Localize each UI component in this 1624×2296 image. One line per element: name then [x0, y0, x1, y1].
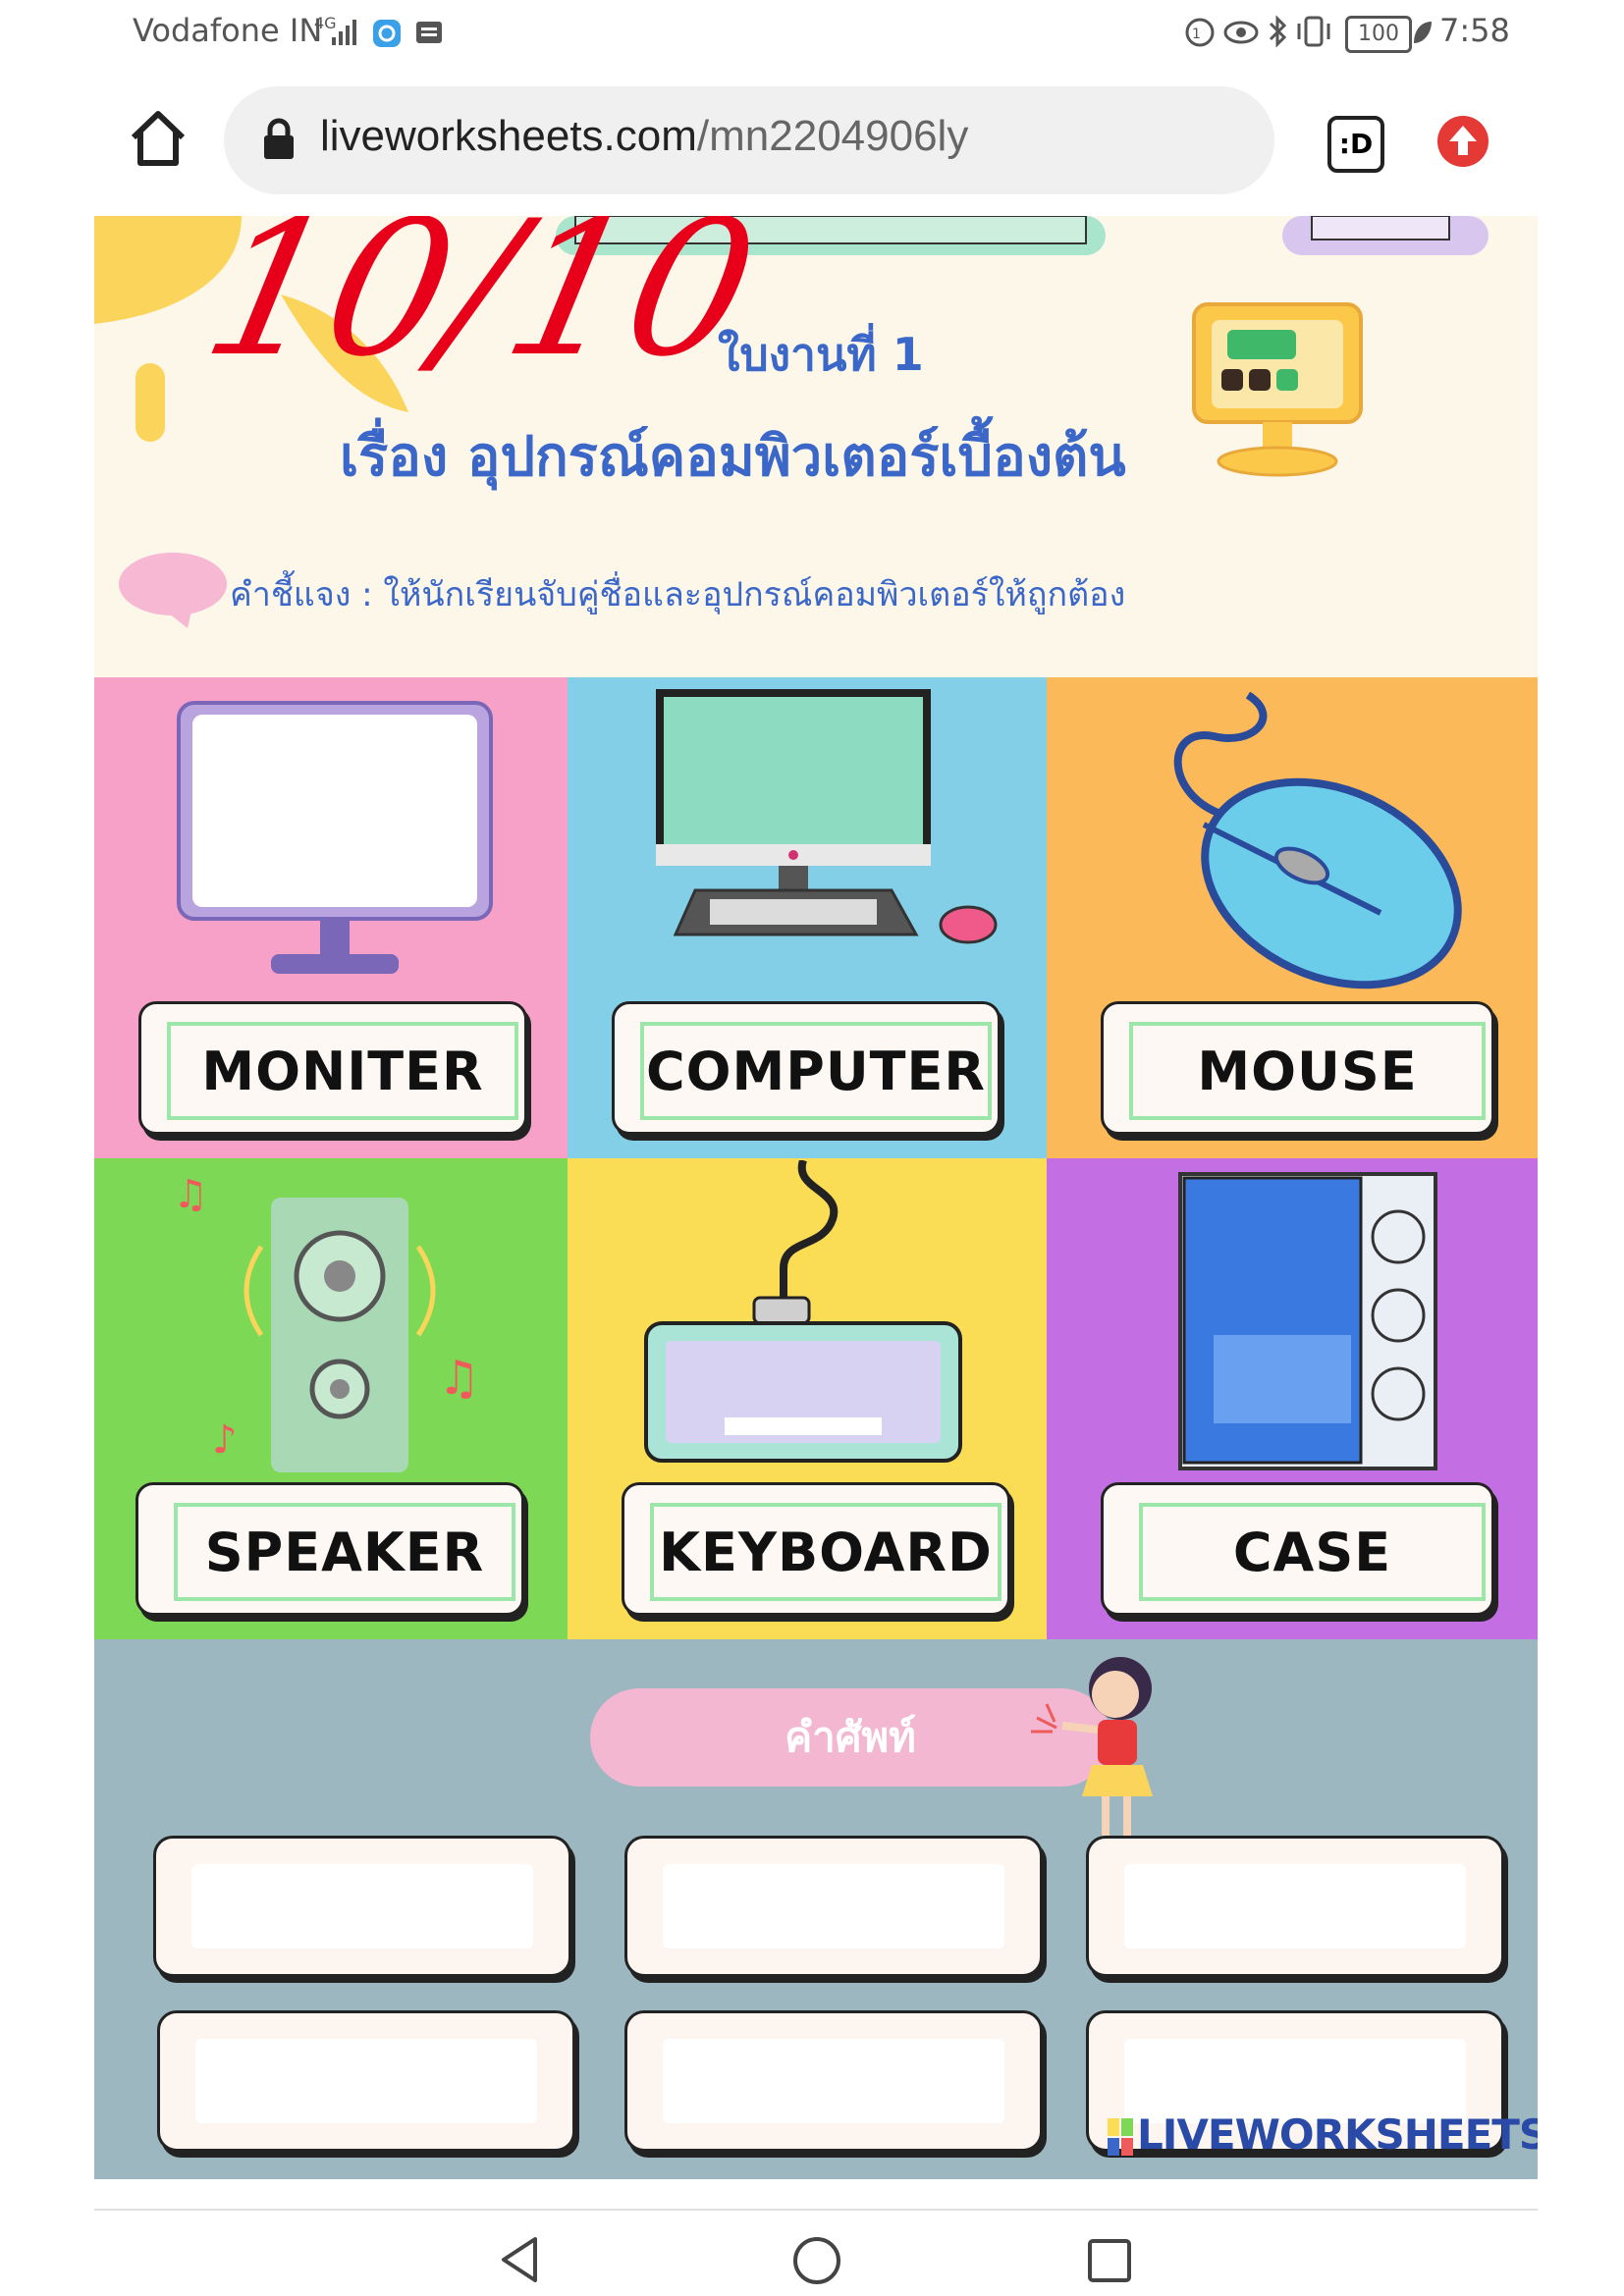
instruction-text: คำชี้แจง : ให้นักเรียนจับคู่ชื่อและอุปกร…	[230, 575, 1126, 614]
score-mark: 10/10	[189, 216, 774, 398]
svg-text:♪: ♪	[212, 1417, 238, 1463]
tile-moniter: MONITER	[94, 677, 568, 1158]
tile-mouse: MOUSE	[1047, 677, 1538, 1158]
computer-illustration	[1192, 302, 1363, 477]
answer-box-5[interactable]	[624, 2010, 1043, 2152]
svg-text:♫: ♫	[173, 1172, 208, 1217]
girl-illustration	[1031, 1657, 1153, 1836]
battery-level: 100	[1358, 22, 1399, 46]
tile-keyboard: KEYBOARD	[568, 1158, 1047, 1639]
computer-label-text: COMPUTER	[640, 1022, 992, 1120]
case-label-text: CASE	[1139, 1503, 1486, 1601]
update-icon[interactable]	[1435, 114, 1490, 169]
home-nav-icon[interactable]	[790, 2234, 843, 2287]
liveworksheets-logo-icon	[1108, 2118, 1133, 2156]
message-icon	[416, 22, 442, 43]
keyboard-picture	[644, 1160, 962, 1463]
case-picture	[1178, 1172, 1437, 1470]
answer-box-3[interactable]	[1086, 1836, 1504, 1977]
case-label: CASE	[1101, 1482, 1494, 1616]
tile-speaker: ♫ ♫ ♪ SPEAKER	[94, 1158, 568, 1639]
signal-icon	[332, 20, 356, 45]
moniter-label: MONITER	[138, 1001, 527, 1135]
mouse-label: MOUSE	[1101, 1001, 1494, 1135]
answer-box-2[interactable]	[624, 1836, 1043, 1977]
answer-box-1[interactable]	[153, 1836, 571, 1977]
answer-box-4[interactable]	[157, 2010, 575, 2152]
speaker-label: SPEAKER	[135, 1482, 524, 1616]
url-host: liveworksheets.com	[320, 112, 697, 160]
nav-divider	[94, 2209, 1538, 2211]
home-icon[interactable]	[128, 108, 189, 169]
keyboard-label-text: KEYBOARD	[650, 1503, 1001, 1601]
charging-leaf-icon	[1414, 22, 1432, 43]
clock: 7:58	[1439, 12, 1510, 49]
sheet-number: ใบงานที่ 1	[718, 328, 924, 381]
url-path: /mn2204906ly	[696, 112, 969, 160]
mouse-picture	[1173, 691, 1462, 989]
eye-comfort-icon	[1223, 21, 1259, 44]
computer-picture	[656, 689, 998, 944]
worksheet-title: เรื่อง อุปกรณ์คอมพิวเตอร์เบื้องต้น	[340, 425, 1126, 489]
tab-count: :D	[1338, 128, 1374, 160]
battery-icon: 100	[1345, 16, 1412, 53]
app-notification-icon	[373, 20, 401, 47]
mouse-label-text: MOUSE	[1129, 1022, 1486, 1120]
vocab-area: คำศัพท์ LIVEWORKSHEETS	[94, 1639, 1538, 2179]
computer-label: COMPUTER	[612, 1001, 1001, 1135]
bluetooth-icon	[1269, 15, 1287, 48]
url-text[interactable]: liveworksheets.com/mn2204906ly	[320, 112, 968, 161]
speaker-picture: ♫ ♫ ♪	[173, 1172, 480, 1472]
vibrate-icon	[1297, 16, 1330, 47]
svg-text:♫: ♫	[438, 1351, 480, 1406]
tile-case: CASE	[1047, 1158, 1538, 1639]
moniter-label-text: MONITER	[167, 1022, 518, 1120]
lock-icon	[264, 118, 294, 159]
svg-text:1: 1	[1192, 27, 1201, 42]
tile-computer: COMPUTER	[568, 677, 1047, 1158]
recents-icon[interactable]	[1085, 2236, 1134, 2285]
carrier-name: Vodafone IN	[133, 12, 323, 49]
worksheet: ใบงานที่ 1 เรื่อง อุปกรณ์คอมพิวเตอร์เบื้…	[94, 216, 1538, 2179]
back-icon[interactable]	[496, 2233, 545, 2286]
url-bar[interactable]: liveworksheets.com/mn2204906ly	[224, 86, 1274, 194]
liveworksheets-brand[interactable]: LIVEWORKSHEETS	[1137, 2110, 1538, 2159]
monitor-picture	[177, 701, 493, 974]
keyboard-label: KEYBOARD	[622, 1482, 1010, 1616]
status-bar: Vodafone IN 4G 1 100 7:58	[0, 0, 1624, 69]
tab-switcher-button[interactable]: :D	[1327, 116, 1384, 173]
speaker-label-text: SPEAKER	[174, 1503, 515, 1601]
data-saver-icon: 1	[1185, 18, 1215, 47]
